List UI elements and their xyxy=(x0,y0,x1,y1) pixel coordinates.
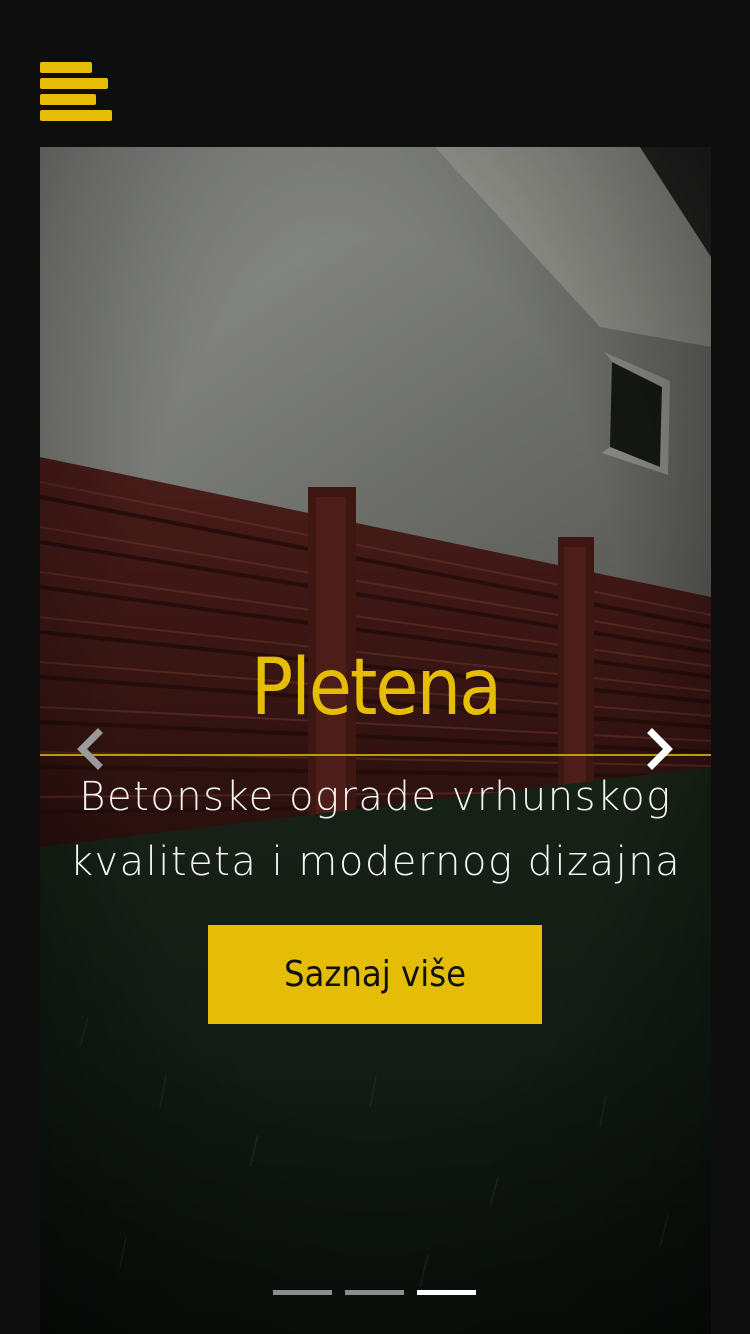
menu-bar-line xyxy=(40,94,96,105)
menu-bar-line xyxy=(40,62,92,73)
slide-indicator-2[interactable] xyxy=(345,1290,404,1295)
top-bar xyxy=(0,0,750,147)
slide-title: Pletena xyxy=(250,643,502,733)
slide-subtitle: Betonske ograde vrhunskog kvaliteta i mo… xyxy=(69,774,682,885)
learn-more-button[interactable]: Saznaj više xyxy=(208,925,542,1024)
slide-indicator-1[interactable] xyxy=(273,1290,332,1295)
menu-bar-line xyxy=(40,78,108,89)
chevron-left-icon[interactable] xyxy=(70,727,114,771)
slide-indicator-3-active[interactable] xyxy=(417,1290,476,1295)
slide-overlay xyxy=(40,147,711,1334)
title-divider xyxy=(40,754,711,756)
menu-bar-line xyxy=(40,110,112,121)
hero-slider: Pletena Betonske ograde vrhunskog kvalit… xyxy=(40,147,711,1334)
hamburger-menu-icon[interactable] xyxy=(40,62,114,122)
chevron-right-icon[interactable] xyxy=(638,727,682,771)
slide-indicators xyxy=(273,1290,483,1296)
